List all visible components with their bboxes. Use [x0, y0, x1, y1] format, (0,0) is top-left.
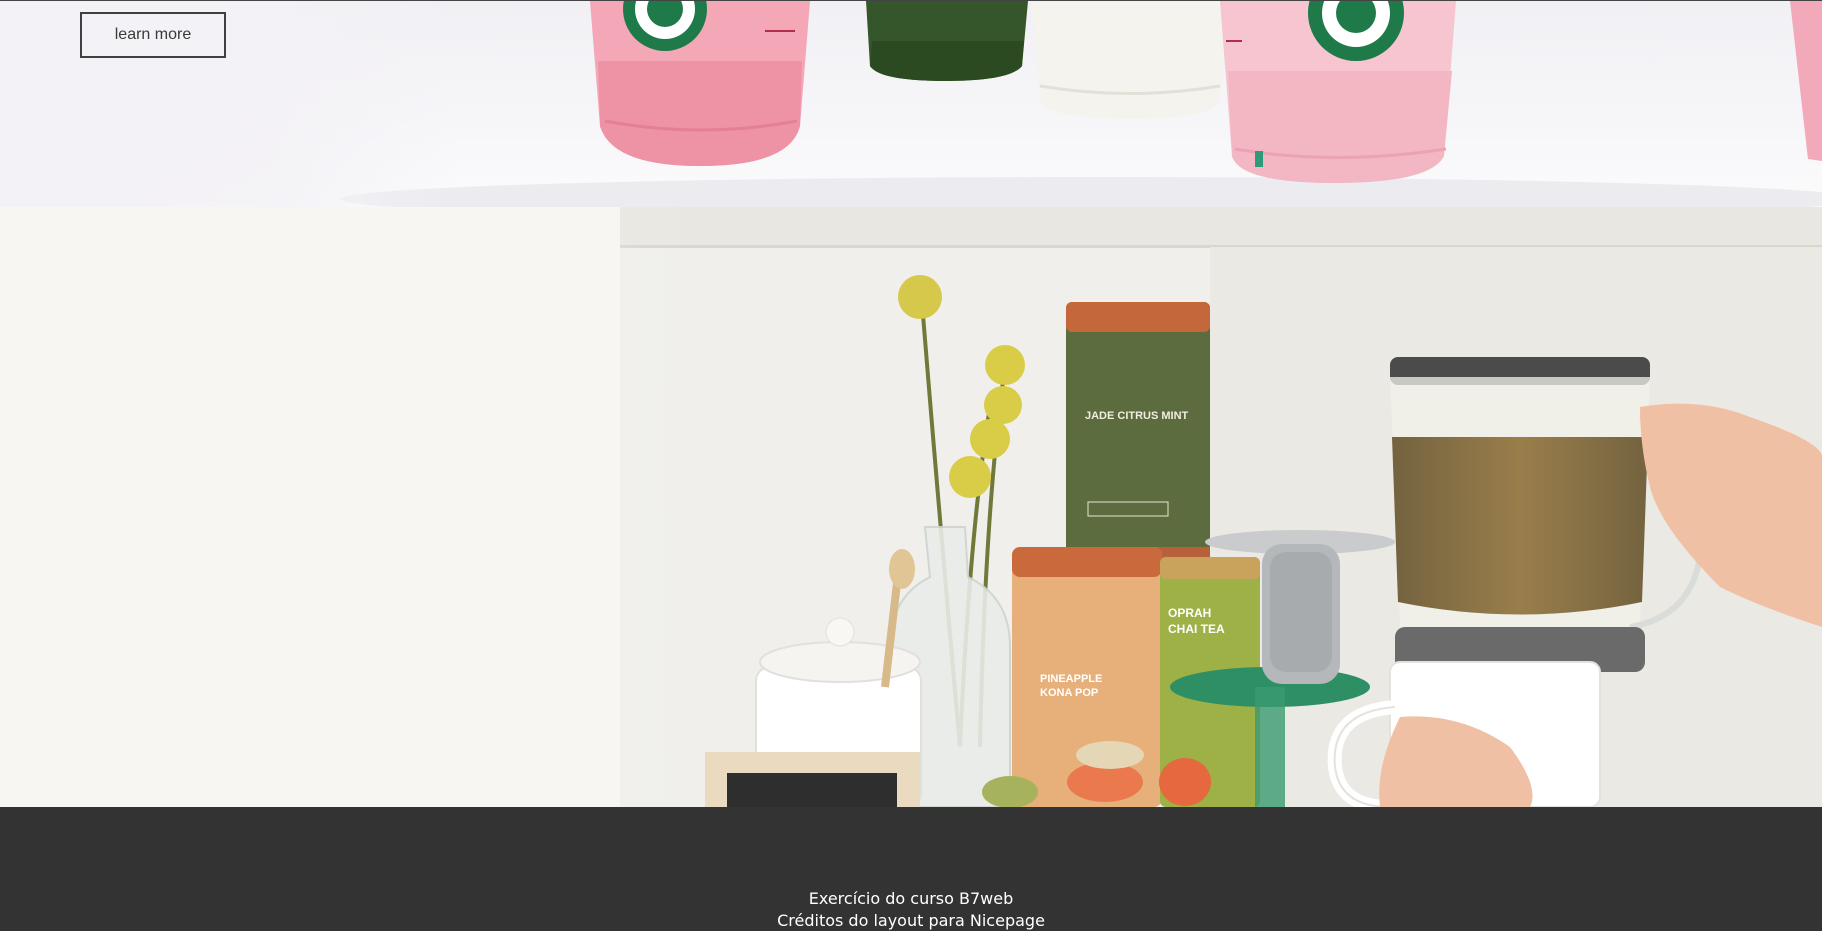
hero-section: learn more — [0, 0, 1822, 207]
white-cup — [1032, 1, 1228, 119]
tin-label-3: OPRAH — [1168, 606, 1211, 620]
footer-course-credit: Exercício do curso B7web — [808, 889, 1014, 908]
green-cup — [866, 1, 1028, 81]
tea-shelf-photo: JADE CITRUS MINT PINEAPPLE KONA POP OPRA… — [0, 207, 1822, 807]
tin-label-2b: KONA POP — [1040, 687, 1098, 699]
light-pink-cup — [1220, 1, 1456, 183]
footer-layout-credit: Créditos do layout para Nicepage — [777, 911, 1045, 930]
tin-label-3b: CHAI TEA — [1168, 622, 1225, 636]
footer: Exercício do curso B7web Créditos do lay… — [0, 807, 1822, 931]
tea-chalkboard — [705, 752, 920, 807]
hero-fade-overlay — [0, 1, 460, 207]
tin-label-1: JADE CITRUS MINT — [1085, 410, 1189, 422]
learn-more-button[interactable]: learn more — [80, 12, 226, 58]
tea-section: JADE CITRUS MINT PINEAPPLE KONA POP OPRA… — [0, 207, 1822, 807]
pink-cup — [590, 1, 810, 166]
tin-label-2: PINEAPPLE — [1040, 673, 1102, 685]
jade-citrus-mint-tin: JADE CITRUS MINT — [1066, 302, 1210, 572]
